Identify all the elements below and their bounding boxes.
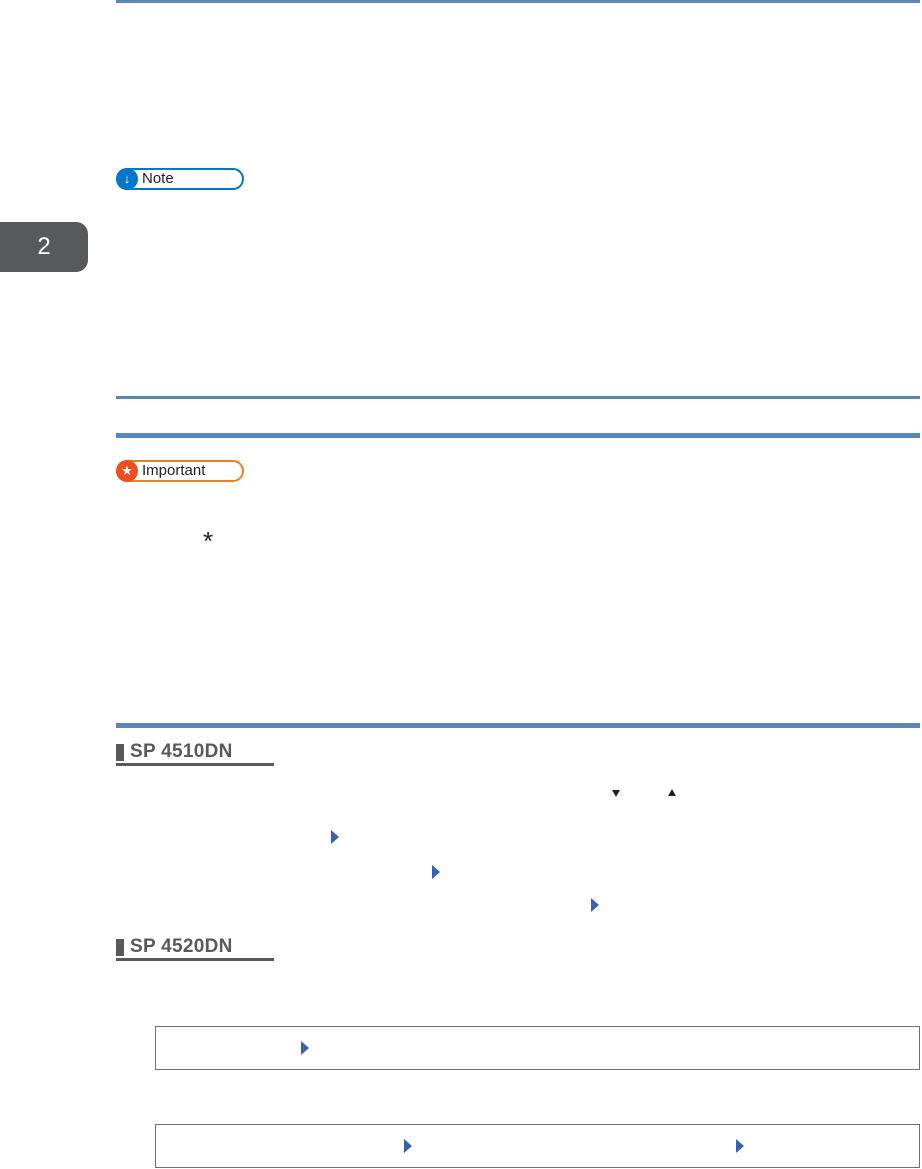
menu-path-arrow-icon — [736, 1139, 744, 1153]
star-icon: ★ — [116, 460, 138, 482]
chapter-tab: 2 — [0, 222, 88, 272]
model-name: SP 4520DN — [130, 936, 233, 957]
chapter-number: 2 — [37, 233, 51, 260]
menu-path-box — [155, 1124, 920, 1168]
subsection-rule — [116, 723, 920, 728]
menu-path-arrow-icon — [591, 898, 599, 912]
important-callout: ★ Important — [116, 460, 244, 482]
menu-path-box — [155, 1026, 920, 1070]
note-label: Note — [142, 170, 174, 187]
important-label: Important — [142, 462, 206, 479]
down-key-icon — [612, 790, 620, 797]
section-rule — [116, 433, 920, 438]
section-rule — [116, 396, 920, 399]
asterisk-symbol: * — [203, 526, 214, 556]
heading-underline — [116, 958, 274, 961]
model-heading-sp4510dn: SP 4510DN — [116, 741, 276, 767]
heading-bar — [116, 744, 124, 761]
menu-path-arrow-icon — [331, 830, 339, 844]
note-callout: ↓ Note — [116, 168, 244, 190]
up-key-icon — [668, 789, 676, 796]
model-name: SP 4510DN — [130, 741, 233, 762]
heading-bar — [116, 939, 124, 956]
heading-underline — [116, 763, 274, 766]
menu-path-arrow-icon — [404, 1139, 412, 1153]
top-rule — [116, 0, 920, 3]
arrow-down-icon: ↓ — [116, 168, 138, 190]
model-heading-sp4520dn: SP 4520DN — [116, 936, 276, 962]
menu-path-arrow-icon — [432, 865, 440, 879]
menu-path-arrow-icon — [301, 1041, 309, 1055]
